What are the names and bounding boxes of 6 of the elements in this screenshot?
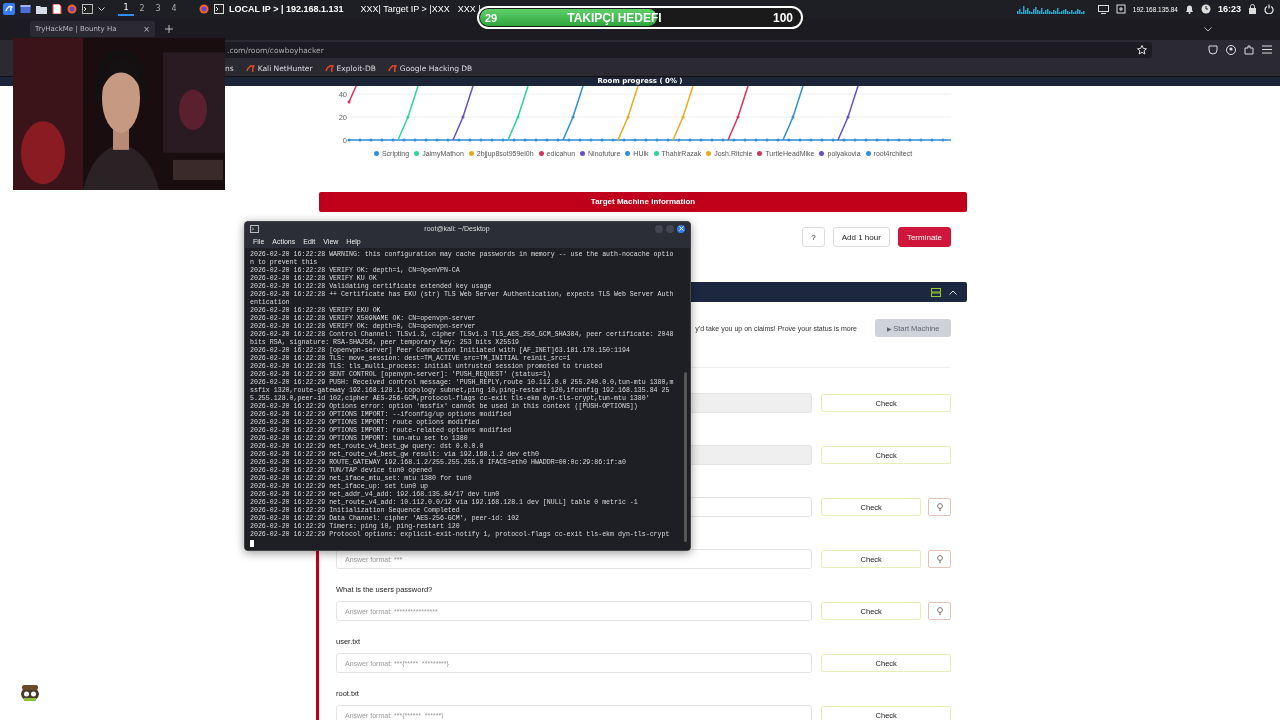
clock-label: 16:23 — [1217, 4, 1241, 14]
goal-target: 100 — [772, 10, 793, 25]
goal-count: 29 — [485, 11, 498, 24]
section-header: Target Machine Information — [319, 192, 967, 212]
local-ip-label: LOCAL IP > | 192.168.1.131 — [229, 4, 344, 14]
target-ip-label: XXX| Target IP > |XXX — [360, 4, 450, 14]
